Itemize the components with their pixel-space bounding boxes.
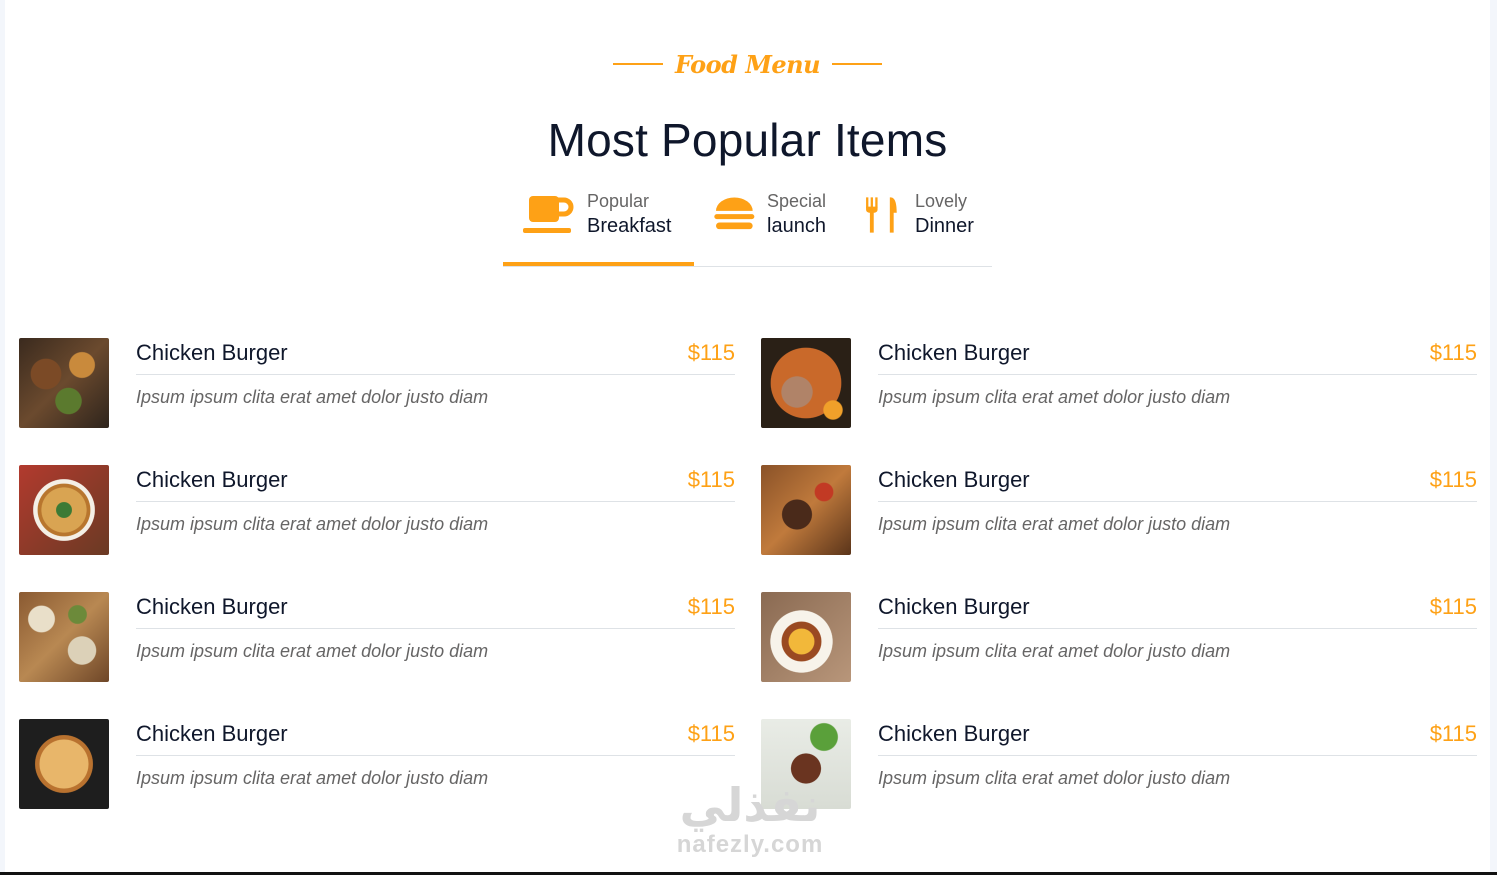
- item-divider: [878, 374, 1477, 375]
- item-price: $115: [1429, 721, 1477, 746]
- menu-item[interactable]: Chicken Burger $115 Ipsum ipsum clita er…: [19, 338, 735, 430]
- fries-steak-plate-photo: [761, 592, 851, 682]
- item-divider: [136, 628, 735, 629]
- item-price: $115: [687, 467, 735, 492]
- utensils-icon: [866, 197, 897, 233]
- pizza-photo: [19, 719, 109, 809]
- tab-dinner[interactable]: Lovely Dinner: [863, 180, 992, 266]
- menu-item[interactable]: Chicken Burger $115 Ipsum ipsum clita er…: [19, 465, 735, 557]
- item-name: Chicken Burger: [136, 467, 288, 492]
- item-description: Ipsum ipsum clita erat amet dolor justo …: [136, 387, 489, 407]
- item-divider: [878, 501, 1477, 502]
- tab-dinner-small: Lovely: [915, 191, 968, 211]
- item-name: Chicken Burger: [136, 340, 288, 365]
- item-price: $115: [687, 594, 735, 619]
- page-title: Most Popular Items: [547, 113, 948, 166]
- watermark: نفذلي nafezly.com: [660, 780, 840, 870]
- table-spread-photo: [19, 592, 109, 682]
- menu-item[interactable]: Chicken Burger $115 Ipsum ipsum clita er…: [761, 338, 1477, 430]
- item-description: Ipsum ipsum clita erat amet dolor justo …: [136, 514, 489, 534]
- menu-item[interactable]: Chicken Burger $115 Ipsum ipsum clita er…: [19, 592, 735, 684]
- section-subtitle-row: Food Menu: [5, 46, 1490, 82]
- watermark-arabic: نفذلي: [679, 779, 821, 831]
- hamburger-icon: [714, 197, 755, 230]
- item-divider: [878, 755, 1477, 756]
- tab-launch-label: launch: [767, 215, 826, 237]
- subtitle-line-left: [612, 63, 663, 65]
- item-name: Chicken Burger: [136, 594, 288, 619]
- item-price: $115: [1429, 594, 1477, 619]
- item-name: Chicken Burger: [878, 467, 1030, 492]
- coffee-cup-icon: [523, 196, 574, 233]
- section-subtitle: Food Menu: [674, 49, 821, 79]
- item-description: Ipsum ipsum clita erat amet dolor justo …: [136, 768, 489, 788]
- item-name: Chicken Burger: [878, 594, 1030, 619]
- watermark-latin: nafezly.com: [676, 831, 824, 858]
- subtitle-line-right: [832, 63, 883, 65]
- item-price: $115: [1429, 467, 1477, 492]
- item-description: Ipsum ipsum clita erat amet dolor justo …: [878, 768, 1231, 788]
- item-name: Chicken Burger: [878, 340, 1030, 365]
- pizza-plate-photo: [19, 465, 109, 555]
- item-name: Chicken Burger: [136, 721, 288, 746]
- tab-launch[interactable]: Special launch: [711, 180, 841, 266]
- item-divider: [136, 501, 735, 502]
- menu-item[interactable]: Chicken Burger $115 Ipsum ipsum clita er…: [761, 719, 1477, 811]
- item-description: Ipsum ipsum clita erat amet dolor justo …: [878, 641, 1231, 661]
- item-description: Ipsum ipsum clita erat amet dolor justo …: [136, 641, 489, 661]
- ramen-bowl-photo: [761, 338, 851, 428]
- menu-section: Food Menu Most Popular Items Popular Bre…: [5, 0, 1490, 872]
- item-description: Ipsum ipsum clita erat amet dolor justo …: [878, 514, 1231, 534]
- item-price: $115: [687, 721, 735, 746]
- steak-board-photo: [761, 465, 851, 555]
- menu-tabs: Popular Breakfast Special launch Lovely …: [503, 180, 992, 267]
- menu-item[interactable]: Chicken Burger $115 Ipsum ipsum clita er…: [761, 592, 1477, 684]
- item-name: Chicken Burger: [878, 721, 1030, 746]
- menu-item[interactable]: Chicken Burger $115 Ipsum ipsum clita er…: [19, 719, 735, 811]
- item-price: $115: [687, 340, 735, 365]
- menu-item[interactable]: Chicken Burger $115 Ipsum ipsum clita er…: [761, 465, 1477, 557]
- tab-breakfast-small: Popular: [587, 191, 650, 211]
- item-price: $115: [1429, 340, 1477, 365]
- item-divider: [878, 628, 1477, 629]
- tab-breakfast[interactable]: Popular Breakfast: [503, 180, 694, 266]
- tab-launch-small: Special: [767, 191, 827, 211]
- grilled-platter-photo: [19, 338, 109, 428]
- item-divider: [136, 374, 735, 375]
- item-description: Ipsum ipsum clita erat amet dolor justo …: [878, 387, 1231, 407]
- item-divider: [136, 755, 735, 756]
- tab-breakfast-label: Breakfast: [587, 215, 672, 237]
- tab-dinner-label: Dinner: [915, 215, 974, 237]
